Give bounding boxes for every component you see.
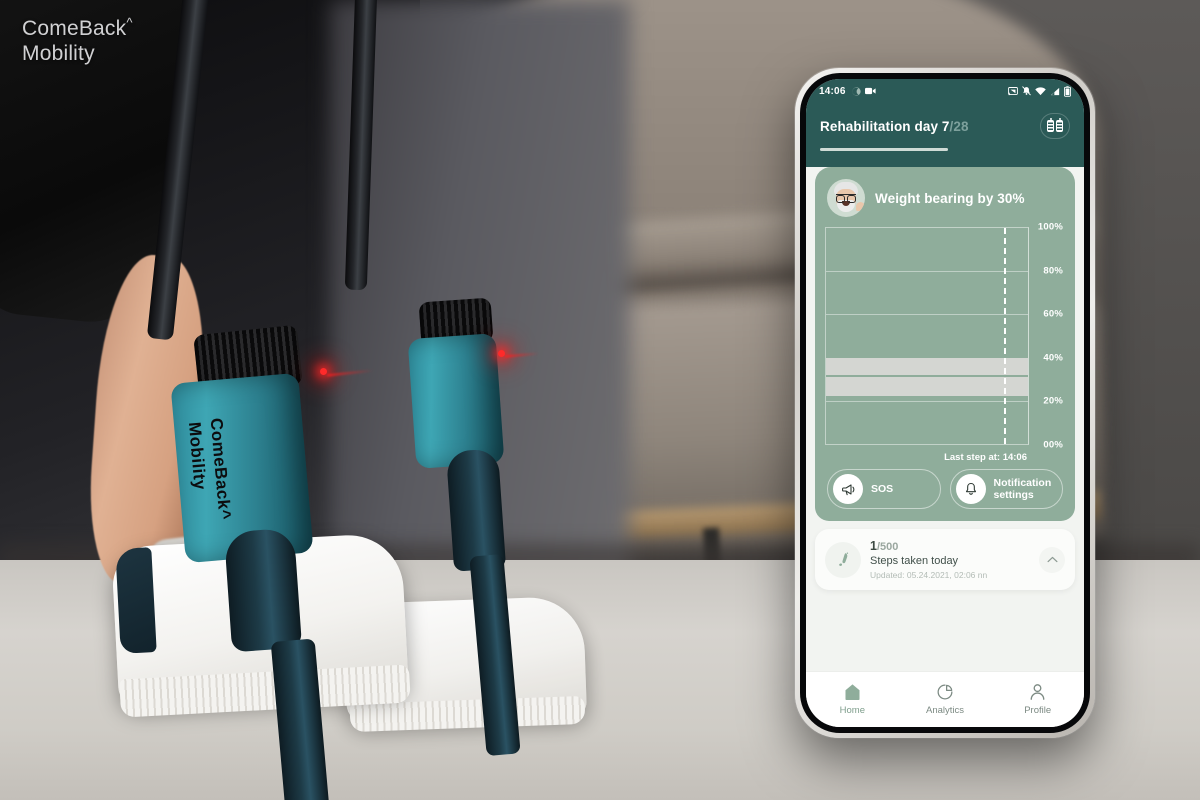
video-recorder-icon — [864, 87, 876, 95]
watermark-line1: ComeBack — [22, 17, 127, 40]
home-icon — [843, 683, 862, 701]
bell-icon — [955, 474, 986, 504]
steps-updated-timestamp: Updated: 05.24.2021, 02:06 nn — [870, 570, 988, 580]
weight-bearing-header: Weight bearing by 30% — [825, 177, 1065, 225]
avatar-glasses-icon — [836, 194, 856, 203]
chevron-up-icon — [1047, 556, 1058, 563]
watermark-line2: Mobility — [22, 42, 95, 65]
crutch-back-laser-dot — [498, 350, 505, 357]
crutch-back-ferrule-neck — [445, 448, 507, 572]
shoe-front-heel — [115, 547, 157, 654]
doctor-avatar — [827, 179, 865, 217]
chart-bar — [826, 377, 1028, 397]
device-brand-line1: ComeBack^ — [206, 417, 235, 521]
status-bar-time: 14:06 — [819, 85, 846, 97]
crutch-batteries-button[interactable] — [1040, 113, 1070, 139]
chart-gridline — [826, 314, 1028, 316]
nav-item-analytics[interactable]: Analytics — [899, 683, 992, 716]
nav-item-profile-label: Profile — [1024, 705, 1052, 716]
steps-collapse-button[interactable] — [1039, 546, 1065, 573]
steps-count: 1 — [870, 539, 877, 553]
nav-item-profile[interactable]: Profile — [991, 683, 1084, 716]
rehab-progress-fill — [820, 148, 948, 151]
wifi-icon — [1035, 86, 1046, 96]
photo-background: ComeBack^ Mobility ComeBack^ Mobility 14… — [0, 0, 1200, 800]
steps-text-block: 1/500 Steps taken today Updated: 05.24.2… — [870, 539, 1030, 580]
app-header: Rehabilitation day 7/28 — [806, 103, 1084, 167]
chart-y-tick: 60% — [1043, 308, 1063, 320]
phone-bezel: 14:06 Rehabilitation day 7/28 Weight bea… — [800, 73, 1090, 733]
sos-button[interactable]: SOS — [827, 469, 941, 509]
crutch-front-ferrule-neck — [223, 527, 303, 653]
notification-settings-button[interactable]: Notification settings — [949, 469, 1063, 509]
watermark-caret: ^ — [126, 15, 133, 30]
megaphone-icon — [833, 474, 863, 504]
avatar-hand — [856, 202, 865, 211]
phone-screen: 14:06 Rehabilitation day 7/28 Weight bea… — [806, 79, 1084, 727]
steps-card[interactable]: 1/500 Steps taken today Updated: 05.24.2… — [815, 529, 1075, 590]
status-bar: 14:06 — [806, 79, 1084, 103]
quick-actions: SOS Notification settings — [825, 465, 1065, 511]
chart-y-tick: 00% — [1043, 439, 1063, 451]
page-title-total: /28 — [949, 118, 969, 134]
chart-plot-area — [825, 227, 1029, 445]
phone-mockup: 14:06 Rehabilitation day 7/28 Weight bea… — [795, 68, 1095, 738]
crutch-battery-left-icon — [1047, 118, 1054, 132]
bottom-navigation: Home Analytics Profile — [806, 671, 1084, 727]
moon-icon — [851, 86, 861, 96]
status-bar-right-icons — [1008, 85, 1071, 97]
chart-caption: Last step at: 14:06 — [944, 452, 1027, 463]
cellular-signal-icon — [1050, 87, 1060, 96]
steps-goal: /500 — [876, 541, 899, 553]
current-time-marker — [1003, 228, 1006, 444]
battery-icon — [1064, 85, 1071, 97]
chart-y-axis: 100% 80% 60% 40% 20% 00% — [1029, 222, 1065, 451]
chart-y-tick: 20% — [1043, 395, 1063, 407]
status-bar-left-icons — [851, 86, 876, 96]
crutch-battery-right-icon — [1056, 118, 1063, 132]
nav-item-home[interactable]: Home — [806, 683, 899, 716]
steps-subtitle: Steps taken today — [870, 555, 959, 567]
chart-gridline — [826, 271, 1028, 273]
person-icon — [1029, 683, 1046, 701]
nav-item-analytics-label: Analytics — [926, 705, 965, 716]
page-title: Rehabilitation day 7/28 — [820, 119, 969, 134]
weight-bearing-label: Weight bearing by 30% — [875, 190, 1025, 206]
chart-bar — [826, 357, 1028, 375]
page-title-prefix: Rehabilitation day — [820, 118, 942, 134]
sos-button-label: SOS — [871, 483, 894, 495]
chart-y-tick: 40% — [1043, 352, 1063, 364]
notification-settings-button-label: Notification settings — [993, 477, 1052, 501]
notifications-muted-icon — [1022, 86, 1031, 96]
shoe-print-icon — [825, 541, 861, 578]
cast-icon — [1008, 86, 1018, 96]
steps-count-row: 1/500 — [870, 539, 1030, 553]
chart-y-tick: 100% — [1037, 221, 1063, 233]
crutch-back-sensor-unit — [407, 333, 505, 469]
weight-bearing-chart: 100% 80% 60% 40% 20% 00% — [825, 222, 1065, 451]
page-title-day: 7 — [941, 118, 950, 134]
header-row: Rehabilitation day 7/28 — [820, 113, 1070, 139]
watermark-logo: ComeBack^ Mobility — [22, 10, 133, 66]
weight-bearing-card: Weight bearing by 30% 100% 80% 60% 40% 20% 00… — [815, 167, 1075, 521]
crutch-front-laser-dot — [320, 368, 327, 375]
chart-gridline — [826, 400, 1028, 402]
chart-y-tick: 80% — [1043, 265, 1063, 277]
pie-chart-icon — [936, 683, 954, 701]
rehab-progress-track — [820, 148, 948, 151]
nav-item-home-label: Home — [839, 705, 865, 716]
